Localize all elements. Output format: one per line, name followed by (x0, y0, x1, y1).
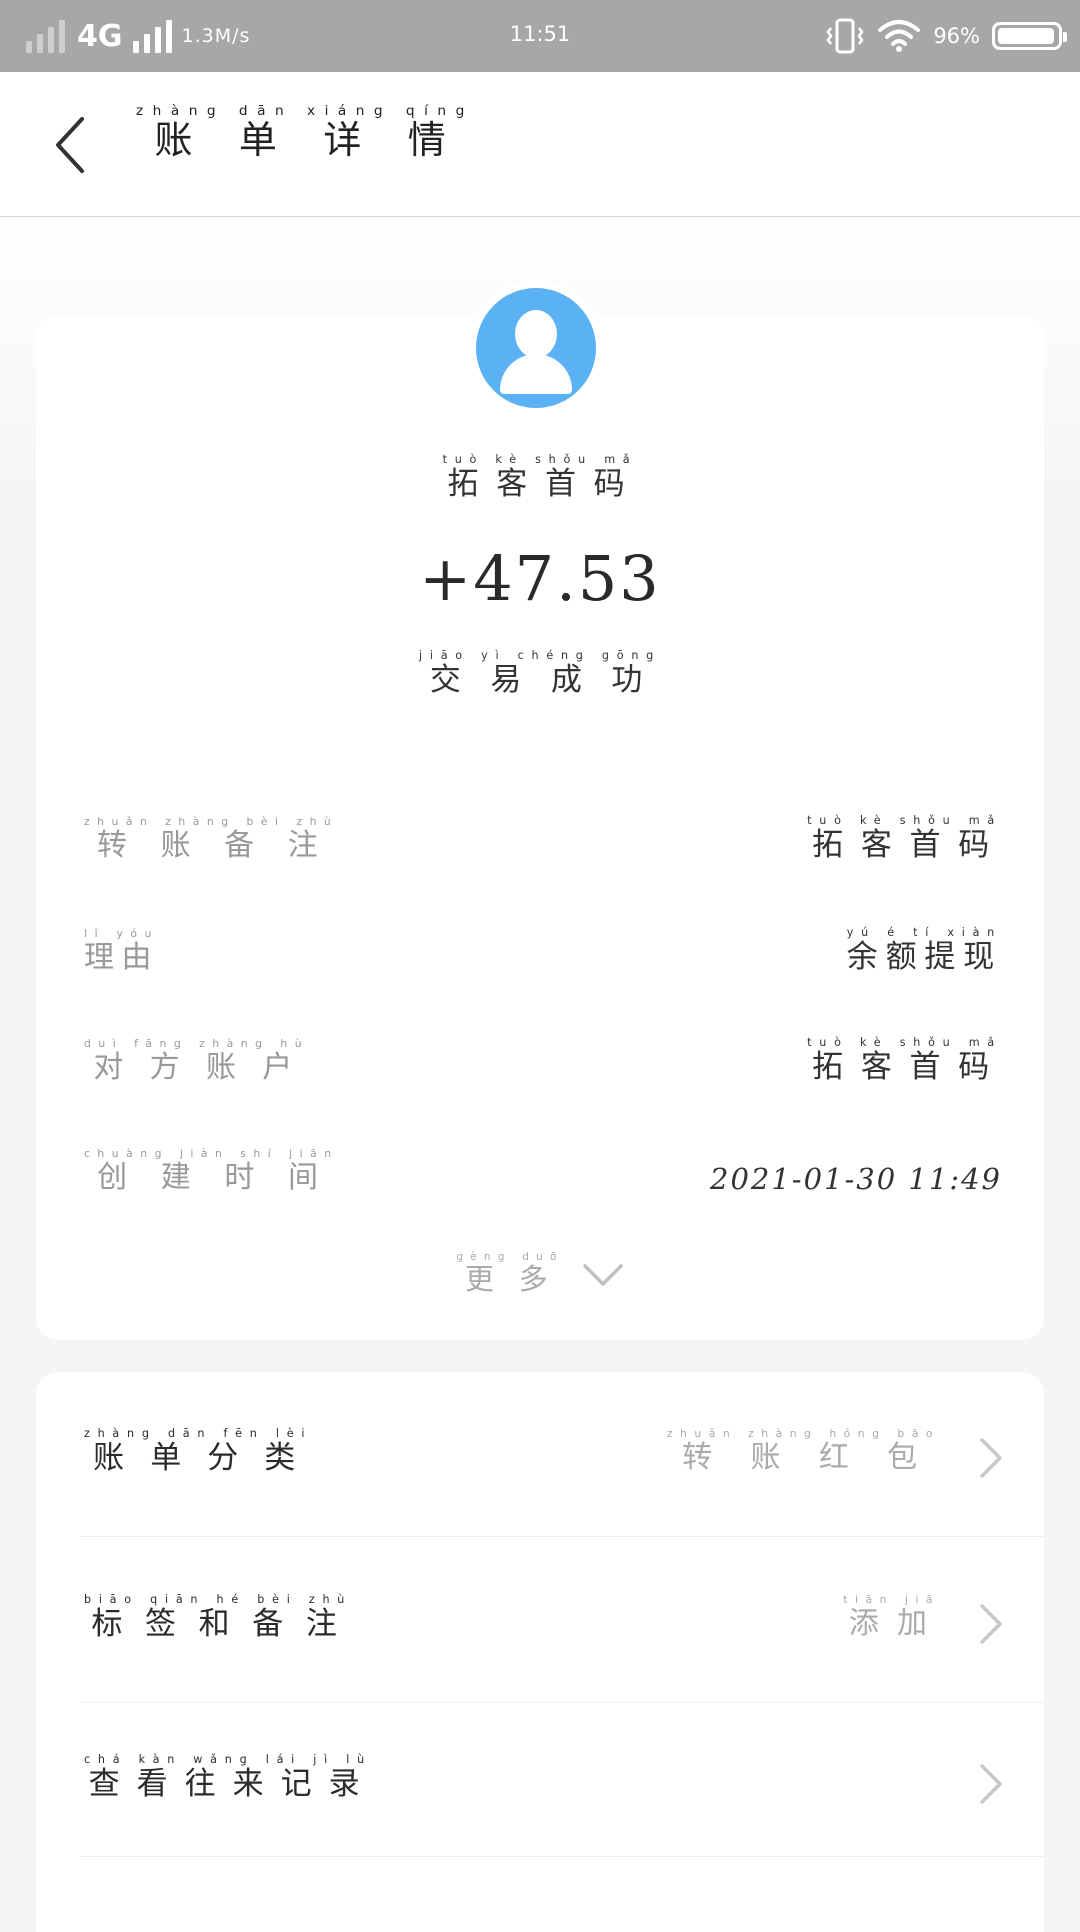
transaction-amount: +47.53 (419, 542, 661, 615)
user-avatar-icon (476, 288, 596, 408)
nav-bar: 账单详情zhàng dān xiáng qíng (0, 72, 1080, 217)
detail-label: 对方账户duì fāng zhàng hù (84, 1037, 310, 1085)
more-label: 更多gèng duō (456, 1251, 564, 1296)
detail-row-created-time: 创建时间chuàng jiàn shí jiān 2021-01-30 11:4… (84, 1136, 1002, 1196)
battery-percent: 96% (933, 24, 980, 48)
merchant-name: 拓客首码tuò kè shǒu mǎ (442, 453, 638, 502)
battery-icon (992, 22, 1067, 50)
row-label: 标签和备注biāo qiān hé bèi zhù (84, 1593, 353, 1642)
page-title: 账单详情zhàng dān xiáng qíng (136, 103, 474, 162)
created-time-value: 2021-01-30 11:49 (710, 1162, 1002, 1196)
vibrate-icon (826, 18, 864, 54)
bill-category-row[interactable]: 账单分类zhàng dān fēn lèi 转账红包zhuǎn zhàng hó… (36, 1372, 1044, 1536)
row-label: 账单分类zhàng dān fēn lèi (84, 1427, 313, 1476)
divider (80, 1536, 1044, 1537)
divider (80, 1856, 1044, 1857)
status-right: 96% (825, 14, 1067, 58)
battery-level (998, 28, 1054, 44)
view-history-row[interactable]: 查看往来记录chá kàn wǎng lái jì lù (36, 1698, 1044, 1862)
row-value: 添加tiān jiā (843, 1593, 940, 1641)
detail-label: 转账备注zhuǎn zhàng bèi zhù (84, 815, 339, 863)
detail-label: 理由lǐ yóu (84, 927, 159, 975)
chevron-left-icon (56, 117, 84, 173)
wifi-icon (878, 20, 921, 52)
more-button[interactable]: 更多gèng duō (36, 1251, 1044, 1298)
row-value: 转账红包zhuǎn zhàng hóng bāo (666, 1427, 940, 1475)
tags-notes-row[interactable]: 标签和备注biāo qiān hé bèi zhù 添加tiān jiā (36, 1538, 1044, 1702)
chevron-right-icon (980, 1438, 1002, 1478)
detail-row-transfer-note: 转账备注zhuǎn zhàng bèi zhù 拓客首码tuò kè shǒu … (84, 804, 1002, 864)
chevron-right-icon (980, 1604, 1002, 1644)
avatar (468, 280, 604, 416)
detail-label: 创建时间chuàng jiàn shí jiān (84, 1147, 339, 1195)
row-label: 查看往来记录chá kàn wǎng lái jì lù (84, 1753, 372, 1802)
detail-value[interactable]: 拓客首码tuò kè shǒu mǎ (807, 1036, 1002, 1086)
detail-value: 拓客首码tuò kè shǒu mǎ (807, 814, 1002, 863)
detail-value: 余额提现yú é tí xiàn (846, 926, 1002, 975)
chevron-right-icon (980, 1764, 1002, 1804)
back-button[interactable] (40, 110, 100, 180)
detail-row-reason: 理由lǐ yóu 余额提现yú é tí xiàn (84, 916, 1002, 976)
transaction-card: 拓客首码tuò kè shǒu mǎ +47.53 交易成功jiāo yì ch… (36, 314, 1044, 1340)
chevron-down-icon (582, 1264, 623, 1286)
transaction-status: 交易成功jiāo yì chéng gōng (419, 649, 661, 698)
detail-row-counterparty: 对方账户duì fāng zhàng hù 拓客首码tuò kè shǒu mǎ (84, 1026, 1002, 1086)
actions-card: 账单分类zhàng dān fēn lèi 转账红包zhuǎn zhàng hó… (36, 1372, 1044, 1932)
status-bar: 4G 1.3M/s 11:51 96% (0, 0, 1080, 72)
